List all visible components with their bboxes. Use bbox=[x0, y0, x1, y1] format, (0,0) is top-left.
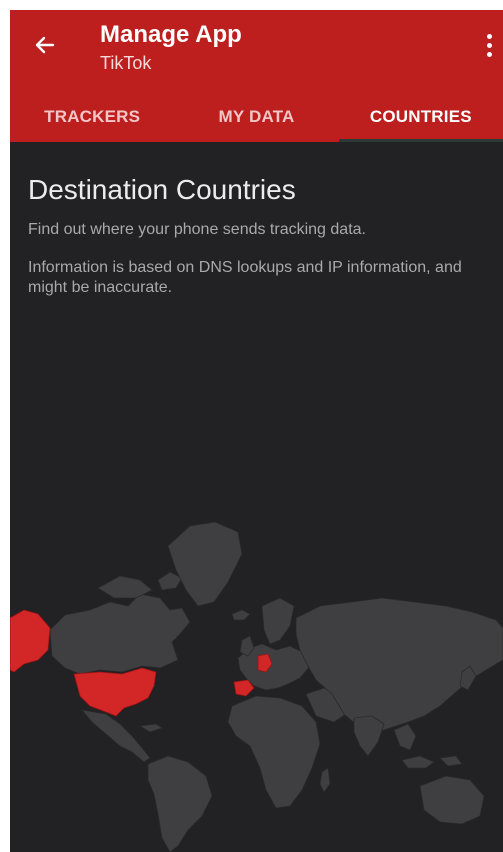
description-text: Find out where your phone sends tracking… bbox=[28, 221, 366, 238]
alaska-highlight[interactable] bbox=[10, 609, 51, 673]
page-title: Manage App bbox=[100, 21, 242, 48]
world-map[interactable] bbox=[10, 510, 503, 852]
tab-trackers[interactable]: TRACKERS bbox=[10, 92, 174, 142]
iceland-shape bbox=[231, 609, 251, 621]
australia-shape bbox=[419, 775, 485, 825]
app-bar: Manage App TikTok TRACKERS MY DATA COUNT… bbox=[10, 10, 503, 142]
tab-countries[interactable]: COUNTRIES bbox=[338, 92, 503, 142]
app-name: TikTok bbox=[100, 53, 152, 73]
back-button[interactable] bbox=[30, 30, 60, 60]
countries-content: Destination Countries Find out where you… bbox=[28, 172, 498, 298]
tab-bar: TRACKERS MY DATA COUNTRIES bbox=[10, 92, 503, 142]
usa-highlight[interactable] bbox=[73, 667, 157, 717]
canada-shape bbox=[49, 593, 191, 675]
app-screen: Manage App TikTok TRACKERS MY DATA COUNT… bbox=[10, 10, 503, 852]
more-options-button[interactable] bbox=[477, 28, 501, 62]
india-shape bbox=[353, 715, 385, 757]
greenland-shape bbox=[167, 521, 243, 607]
disclaimer-text: Information is based on DNS lookups and … bbox=[28, 259, 462, 296]
south-america-shape bbox=[147, 755, 213, 852]
tab-my-data[interactable]: MY DATA bbox=[174, 92, 338, 142]
title-group: Manage App TikTok bbox=[100, 20, 242, 76]
scandinavia-shape bbox=[261, 597, 295, 645]
mexico-shape bbox=[81, 709, 151, 763]
africa-shape bbox=[227, 695, 321, 809]
section-heading: Destination Countries bbox=[28, 174, 296, 205]
more-vertical-icon bbox=[486, 33, 492, 39]
arrow-left-icon bbox=[35, 36, 55, 54]
